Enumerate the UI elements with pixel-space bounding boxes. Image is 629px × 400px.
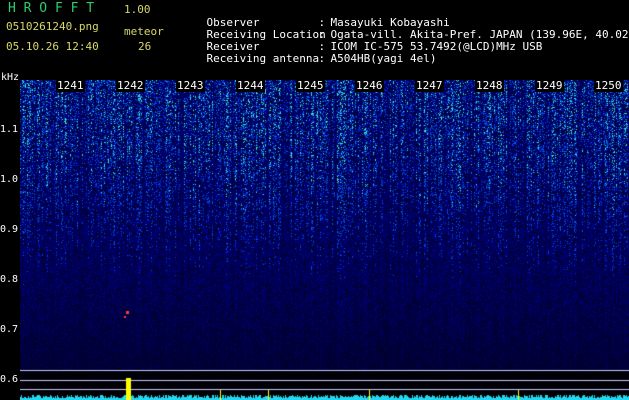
time-label: 1249: [535, 79, 564, 92]
time-label: 1245: [296, 79, 325, 92]
time-label: 1248: [475, 79, 504, 92]
date-time: 05.10.26 12:40: [6, 40, 99, 53]
file-name: 0510261240.png: [6, 20, 99, 33]
app-version: 1.00: [124, 3, 151, 16]
info-row-antenna: Receiving antenna: A504HB(yagi 4el): [180, 41, 437, 77]
app-title: H R O F F T: [8, 1, 95, 16]
time-label: 1250: [594, 79, 623, 92]
info-key: Receiving antenna: [206, 52, 320, 65]
y-tick-label: 0.7: [0, 324, 19, 335]
y-tick-label: 0.9: [0, 224, 19, 235]
meteor-label: meteor: [124, 25, 164, 38]
time-label: 1244: [236, 79, 265, 92]
time-label: 1247: [415, 79, 444, 92]
info-separator: :: [318, 52, 326, 65]
time-label: 1246: [355, 79, 384, 92]
spectrogram-canvas: [20, 80, 629, 400]
meteor-count: 26: [138, 40, 152, 53]
spectrogram-panel: [20, 80, 629, 400]
time-label: 1241: [56, 79, 85, 92]
y-tick-label: 0.8: [0, 274, 19, 285]
y-tick-label: 1.1: [0, 124, 19, 135]
y-tick-label: 0.6: [0, 374, 19, 385]
y-tick-label: 1.0: [0, 174, 19, 185]
y-axis-unit: kHz: [1, 72, 20, 83]
time-label: 1242: [116, 79, 145, 92]
hroft-window: H R O F F T 1.00 0510261240.png meteor 0…: [0, 0, 629, 400]
info-value: A504HB(yagi 4el): [330, 52, 437, 65]
time-label: 1243: [176, 79, 205, 92]
